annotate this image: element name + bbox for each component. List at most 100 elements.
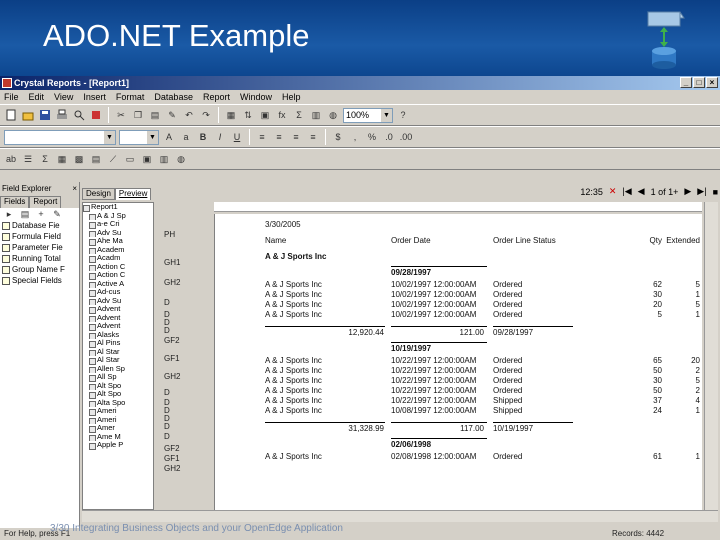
- section-label[interactable]: D: [164, 298, 170, 307]
- tree-item[interactable]: Ameri: [83, 416, 153, 424]
- close-view-icon[interactable]: ✕: [609, 186, 617, 197]
- font-combo[interactable]: ▼: [4, 129, 116, 145]
- insert-subreport-icon[interactable]: ▤: [89, 152, 103, 166]
- tree-item[interactable]: a-e Cri: [83, 220, 153, 229]
- field-item-running-total[interactable]: Running Total: [2, 253, 79, 264]
- last-page-icon[interactable]: ▶|: [697, 186, 706, 197]
- map-icon[interactable]: ◍: [326, 108, 340, 122]
- save-icon[interactable]: [38, 108, 52, 122]
- select-expert-icon[interactable]: ▣: [258, 108, 272, 122]
- tree-item[interactable]: Acadm: [83, 254, 153, 263]
- menu-format[interactable]: Format: [116, 92, 145, 102]
- close-icon[interactable]: ×: [72, 182, 77, 196]
- close-button[interactable]: ×: [706, 77, 718, 88]
- field-item-database[interactable]: Database Fie: [2, 220, 79, 231]
- align-right-icon[interactable]: ≡: [289, 130, 303, 144]
- tree-item[interactable]: Action C: [83, 263, 153, 271]
- insert-olap-icon[interactable]: ▩: [72, 152, 86, 166]
- currency-icon[interactable]: $: [331, 130, 345, 144]
- vertical-scrollbar[interactable]: [704, 202, 718, 510]
- section-label[interactable]: GF1: [164, 354, 180, 363]
- undo-icon[interactable]: ↶: [182, 108, 196, 122]
- chart-icon[interactable]: ▥: [309, 108, 323, 122]
- tree-item[interactable]: Alt Spo: [83, 382, 153, 390]
- tree-item[interactable]: Academ: [83, 246, 153, 254]
- menu-database[interactable]: Database: [154, 92, 193, 102]
- chevron-down-icon[interactable]: ▼: [381, 108, 392, 122]
- section-label[interactable]: GF2: [164, 336, 180, 345]
- sum-icon[interactable]: Σ: [292, 108, 306, 122]
- print-icon[interactable]: [55, 108, 69, 122]
- thousands-icon[interactable]: ,: [348, 130, 362, 144]
- first-page-icon[interactable]: |◀: [622, 186, 631, 197]
- export-icon[interactable]: [89, 108, 103, 122]
- underline-icon[interactable]: U: [230, 130, 244, 144]
- bold-icon[interactable]: B: [196, 130, 210, 144]
- tree-item[interactable]: Allen Sp: [83, 365, 153, 373]
- percent-icon[interactable]: %: [365, 130, 379, 144]
- tree-item[interactable]: Alasks: [83, 331, 153, 339]
- insert-group-icon[interactable]: ☰: [21, 152, 35, 166]
- justify-icon[interactable]: ≡: [306, 130, 320, 144]
- section-label[interactable]: D: [164, 326, 170, 335]
- tree-item[interactable]: Advent: [83, 305, 153, 314]
- tree-item[interactable]: Adv Su: [83, 229, 153, 237]
- section-label[interactable]: GF1: [164, 454, 180, 463]
- menu-view[interactable]: View: [54, 92, 73, 102]
- section-label[interactable]: D: [164, 388, 170, 397]
- section-label[interactable]: GH2: [164, 278, 180, 287]
- grow-font-icon[interactable]: A: [162, 130, 176, 144]
- edit-field-icon[interactable]: ✎: [50, 207, 64, 221]
- browse-icon[interactable]: ▤: [18, 207, 32, 221]
- new-icon[interactable]: [4, 108, 18, 122]
- open-icon[interactable]: [21, 108, 35, 122]
- tree-item[interactable]: All Sp: [83, 373, 153, 382]
- sort-icon[interactable]: ⇅: [241, 108, 255, 122]
- tree-item[interactable]: Alt Spo: [83, 390, 153, 399]
- insert-line-icon[interactable]: ⟋: [106, 152, 120, 166]
- group-icon[interactable]: ▦: [224, 108, 238, 122]
- insert-summary-icon[interactable]: Σ: [38, 152, 52, 166]
- tree-item[interactable]: Al Star: [83, 348, 153, 356]
- increase-decimals-icon[interactable]: .0: [382, 130, 396, 144]
- font-size-combo[interactable]: ▼: [119, 129, 159, 145]
- tree-item[interactable]: Active A: [83, 280, 153, 288]
- menu-insert[interactable]: Insert: [83, 92, 106, 102]
- tree-item[interactable]: Ad-cus: [83, 288, 153, 297]
- shrink-font-icon[interactable]: a: [179, 130, 193, 144]
- field-item-formula[interactable]: Formula Field: [2, 231, 79, 242]
- preview-icon[interactable]: [72, 108, 86, 122]
- zoom-combo[interactable]: 100% ▼: [343, 107, 393, 123]
- menu-help[interactable]: Help: [282, 92, 301, 102]
- tree-root[interactable]: Report1: [83, 203, 153, 212]
- section-label[interactable]: GH2: [164, 464, 180, 473]
- section-label[interactable]: GH2: [164, 372, 180, 381]
- align-left-icon[interactable]: ≡: [255, 130, 269, 144]
- section-label[interactable]: D: [164, 432, 170, 441]
- cut-icon[interactable]: ✂: [114, 108, 128, 122]
- section-label[interactable]: GF2: [164, 444, 180, 453]
- tree-item[interactable]: Al Pins: [83, 339, 153, 348]
- insert-text-icon[interactable]: ab: [4, 152, 18, 166]
- help-icon[interactable]: ?: [396, 108, 410, 122]
- tree-item[interactable]: Ahe Ma: [83, 237, 153, 246]
- tree-item[interactable]: Ameri: [83, 407, 153, 416]
- minimize-button[interactable]: _: [680, 77, 692, 88]
- chevron-down-icon[interactable]: ▼: [147, 130, 158, 144]
- insert-crosstab-icon[interactable]: ▦: [55, 152, 69, 166]
- decrease-decimals-icon[interactable]: .00: [399, 130, 413, 144]
- menu-window[interactable]: Window: [240, 92, 272, 102]
- tree-item[interactable]: Alta Spo: [83, 399, 153, 407]
- tree-item[interactable]: Advent: [83, 314, 153, 322]
- tree-item[interactable]: Advent: [83, 322, 153, 331]
- insert-chart-icon[interactable]: ▥: [157, 152, 171, 166]
- insert-field-icon[interactable]: ▸: [2, 207, 16, 221]
- paste-icon[interactable]: ▤: [148, 108, 162, 122]
- tree-item[interactable]: A & J Sp: [83, 212, 153, 220]
- insert-map-icon[interactable]: ◍: [174, 152, 188, 166]
- field-item-special[interactable]: Special Fields: [2, 275, 79, 286]
- copy-icon[interactable]: ❐: [131, 108, 145, 122]
- next-page-icon[interactable]: ▶: [684, 186, 691, 197]
- section-label[interactable]: GH1: [164, 258, 180, 267]
- redo-icon[interactable]: ↷: [199, 108, 213, 122]
